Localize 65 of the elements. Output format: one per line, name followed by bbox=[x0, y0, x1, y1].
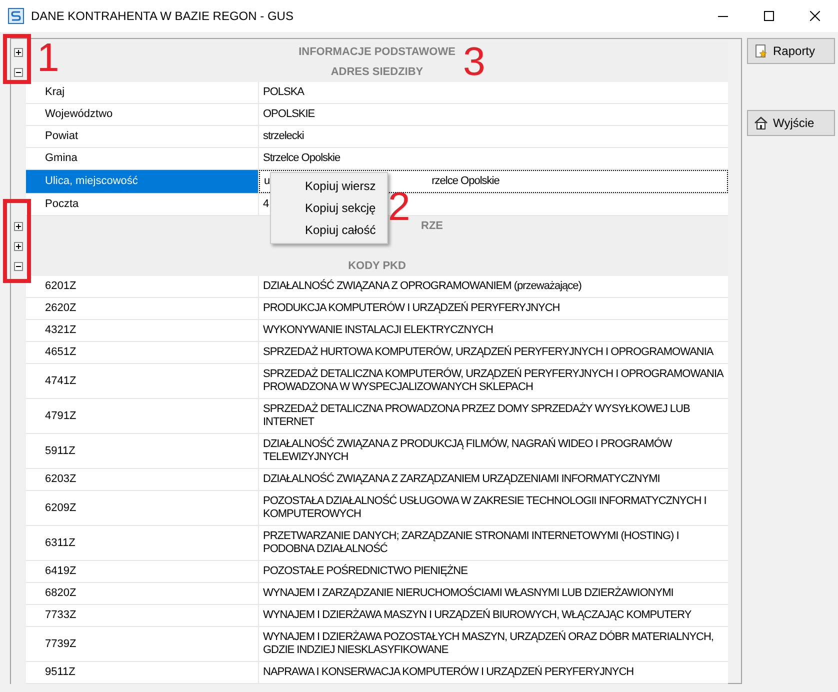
field-value: rzelce Opolskie bbox=[432, 175, 500, 188]
app-logo-icon bbox=[8, 8, 24, 24]
field-label[interactable]: Poczta bbox=[26, 194, 259, 215]
field-label[interactable]: Gmina bbox=[26, 148, 259, 169]
field-value: WYNAJEM I DZIERŻAWA MASZYN I URZĄDZEŃ BIUROWYCH, WŁĄCZAJĄC KOMPUTERY bbox=[263, 609, 692, 622]
field-label[interactable]: 9511Z bbox=[26, 662, 259, 683]
field-label[interactable]: Ulica, miejscowość bbox=[26, 170, 259, 193]
menu-item[interactable]: Kopiuj wiersz bbox=[271, 175, 387, 197]
field-value: PRODUKCJA KOMPUTERÓW I URZĄDZEŃ PERYFERYJNYCH bbox=[263, 302, 560, 315]
field-value: OPOLSKIE bbox=[263, 108, 315, 121]
field-value: SPRZEDAŻ DETALICZNA PROWADZONA PRZEZ DOMY SPRZEDAŻY WYSYŁKOWEJ LUB INTERNET bbox=[263, 403, 691, 429]
field-value: WYNAJEM I ZARZĄDZANIE NIERUCHOMOŚCIAMI WŁASNYMI LUB DZIERŻAWIONYMI bbox=[263, 587, 674, 600]
field-value: DZIAŁALNOŚĆ ZWIĄZANA Z PRODUKCJĄ FILMÓW, NAGRAŃ WIDEO I PROGRAMÓW TELEWIZYJNYCH bbox=[263, 438, 674, 464]
field-value: strzelecki bbox=[263, 130, 304, 143]
collapse-toggle[interactable] bbox=[14, 68, 23, 76]
field-label[interactable]: 4651Z bbox=[26, 342, 259, 363]
field-label[interactable]: 6820Z bbox=[26, 583, 259, 604]
section-header: KODY PKD bbox=[348, 258, 406, 274]
field-value: NAPRAWA I KONSERWACJA KOMPUTERÓW I URZĄDZEŃ PERYFERYJNYCH bbox=[263, 666, 634, 679]
field-label[interactable]: 5911Z bbox=[26, 434, 259, 468]
field-label[interactable]: 6419Z bbox=[26, 561, 259, 582]
annotation-number: 2 bbox=[388, 185, 410, 229]
field-value: POZOSTAŁE POŚREDNICTWO PIENIĘŻNE bbox=[263, 565, 468, 578]
field-label[interactable]: 7739Z bbox=[26, 627, 259, 661]
field-value: PRZETWARZANIE DANYCH; ZARZĄDZANIE STRONAMI INTERNETOWYMI (HOSTING) I PODOBNA DZIAŁALNOŚĆ bbox=[263, 530, 680, 556]
section-header: INFORMACJE PODSTAWOWE bbox=[298, 44, 456, 60]
field-value: DZIAŁALNOŚĆ ZWIĄZANA Z ZARZĄDZANIEM URZĄDZENIAMI INFORMATYCZNYMI bbox=[263, 473, 660, 486]
field-value: SPRZEDAŻ HURTOWA KOMPUTERÓW, URZĄDZEŃ PERYFERYJNYCH I OPROGRAMOWANIA bbox=[263, 346, 714, 359]
field-label[interactable]: 7733Z bbox=[26, 605, 259, 626]
field-label[interactable]: 2620Z bbox=[26, 298, 259, 319]
house-icon bbox=[754, 116, 768, 130]
expand-toggle[interactable] bbox=[14, 242, 23, 250]
toolbar-button[interactable]: Wyjście bbox=[747, 110, 835, 136]
field-label[interactable]: Województwo bbox=[26, 104, 259, 125]
field-value: POLSKA bbox=[263, 86, 304, 99]
field-value: u bbox=[264, 175, 270, 188]
field-value: POZOSTAŁA DZIAŁALNOŚĆ USŁUGOWA W ZAKRESIE TECHNOLOGII INFORMATYCZNYCH I KOMPUTEROWYCH bbox=[263, 495, 708, 521]
annotation-number: 3 bbox=[463, 40, 486, 84]
section-header: ADRES SIEDZIBY bbox=[330, 64, 424, 80]
field-label[interactable]: 6311Z bbox=[26, 526, 259, 560]
expand-toggle[interactable] bbox=[14, 48, 23, 56]
collapse-toggle[interactable] bbox=[14, 262, 23, 270]
annotation-frame bbox=[3, 34, 31, 84]
field-value: WYKONYWANIE INSTALACJI ELEKTRYCZNYCH bbox=[263, 324, 493, 337]
menu-item[interactable]: Kopiuj całość bbox=[271, 219, 387, 241]
field-label[interactable]: 4741Z bbox=[26, 364, 259, 398]
window-title: DANE KONTRAHENTA W BAZIE REGON - GUS bbox=[31, 8, 294, 25]
field-value: WYNAJEM I DZIERŻAWA POZOSTAŁYCH MASZYN, URZĄDZEŃ ORAZ DÓBR MATERIALNYCH, GDZIE INDZIEJ NIESKLASYFIKOWANE bbox=[263, 631, 714, 657]
field-value: SPRZEDAŻ DETALICZNA KOMPUTERÓW, URZĄDZEŃ PERYFERYJNYCH I OPROGRAMOWANIA PROWADZONA W WYSPECJALIZOWANYCH SKLEPACH bbox=[263, 368, 724, 394]
toolbar-button[interactable]: Raporty bbox=[747, 38, 835, 64]
field-label[interactable]: 6201Z bbox=[26, 276, 259, 297]
section-header: RZE bbox=[421, 218, 443, 234]
field-value: Strzelce Opolskie bbox=[263, 152, 340, 165]
field-label[interactable]: Kraj bbox=[26, 82, 259, 103]
field-label[interactable]: 6209Z bbox=[26, 491, 259, 525]
field-label[interactable]: Powiat bbox=[26, 126, 259, 147]
menu-item[interactable]: Kopiuj sekcję bbox=[271, 197, 387, 219]
annotation-number: 1 bbox=[37, 36, 60, 80]
expand-toggle[interactable] bbox=[14, 222, 23, 230]
field-value: 4 bbox=[263, 198, 269, 211]
field-label[interactable]: 4791Z bbox=[26, 399, 259, 433]
field-label[interactable]: 4321Z bbox=[26, 320, 259, 341]
field-value: DZIAŁALNOŚĆ ZWIĄZANA Z OPROGRAMOWANIEM (przeważające) bbox=[263, 280, 582, 293]
close-icon bbox=[810, 11, 820, 21]
field-label[interactable]: 6203Z bbox=[26, 469, 259, 490]
